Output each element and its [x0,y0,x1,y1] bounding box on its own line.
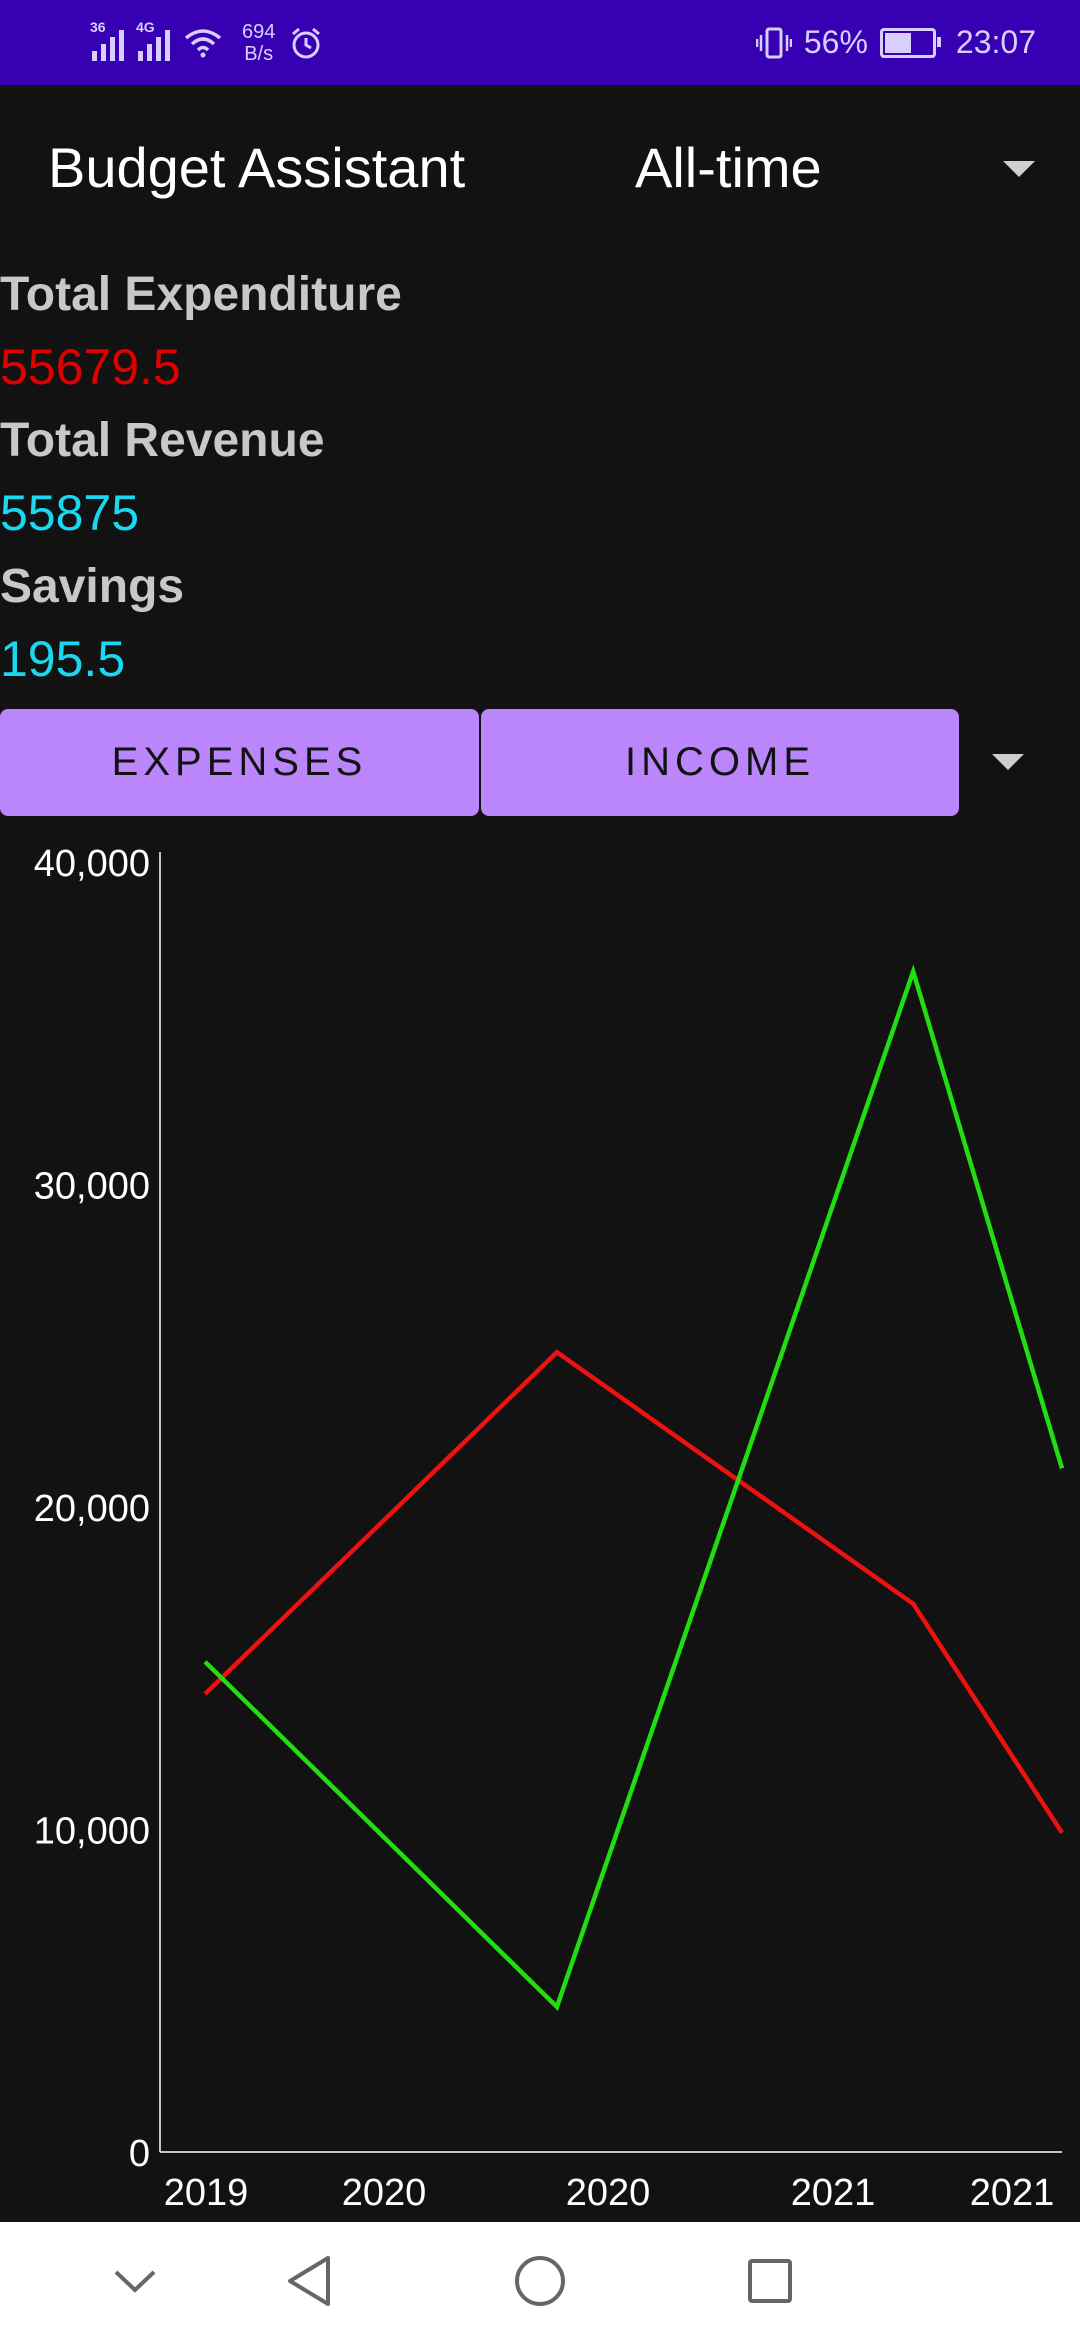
signal-tag: 36 [90,18,106,35]
signal-icon: 4G [136,19,170,61]
alarm-icon [292,27,321,58]
app-title: Budget Assistant [48,136,466,199]
x-axis-ticks: 2019 2020 2020 2021 2021 [164,2172,1055,2214]
revenue-label: Total Revenue [0,414,325,467]
y-tick-label: 0 [129,2133,150,2175]
status-bar: 36 4G 694 B/s 56% 23:07 [0,0,1080,85]
series-line-0 [203,1349,1064,1834]
vibrate-icon [755,27,792,58]
back-icon[interactable] [280,2222,340,2340]
x-tick-label: 2020 [566,2172,651,2214]
x-tick-label: 2019 [164,2172,249,2214]
app-bar: Budget Assistant All-time [0,85,1080,255]
period-value: All-time [635,136,822,199]
period-dropdown[interactable]: All-time [635,135,1035,205]
summary-section: Total Expenditure 55679.5 Total Revenue … [0,258,1080,696]
status-left: 36 4G 694 B/s [90,0,323,85]
savings-label: Savings [0,560,185,613]
signal-tag: 4G [136,18,155,35]
home-icon[interactable] [510,2222,570,2340]
recents-icon[interactable] [740,2222,800,2340]
nav-bar [0,2222,1080,2340]
revenue-value: 55875 [0,485,140,541]
net-speed-unit: B/s [244,42,274,65]
y-tick-label: 10,000 [34,1811,150,1853]
income-button[interactable]: INCOME [481,709,959,816]
signal-icon: 36 [90,19,124,61]
clock: 23:07 [955,24,1036,60]
expenditure-value: 55679.5 [0,339,181,395]
net-speed: 694 B/s [242,21,275,65]
y-tick-label: 20,000 [34,1488,150,1530]
battery-percent: 56% [803,24,868,60]
dropdown-arrow-icon [1003,161,1035,177]
battery-icon [879,27,941,58]
y-axis-ticks: 40,000 30,000 20,000 10,000 0 [34,843,150,2175]
x-tick-label: 2021 [970,2172,1055,2214]
savings-value: 195.5 [0,631,126,687]
net-speed-value: 694 [242,20,276,43]
chevron-down-icon[interactable] [105,2222,165,2340]
chart-dropdown-arrow-icon[interactable] [992,754,1024,770]
chart-series [203,964,1065,2012]
expenditure-label: Total Expenditure [0,268,402,321]
y-tick-label: 40,000 [34,843,150,885]
x-tick-label: 2020 [342,2172,427,2214]
expenses-button[interactable]: EXPENSES [0,709,479,816]
line-chart: 40,00030,00020,00010,0000 2019 2020 2020 20… [34,843,1065,2214]
x-tick-label: 2021 [791,2172,876,2214]
status-right: 56% 23:07 [755,0,1036,85]
series-line-1 [203,964,1065,2012]
wifi-icon [184,28,222,57]
y-tick-label: 30,000 [34,1166,150,1208]
